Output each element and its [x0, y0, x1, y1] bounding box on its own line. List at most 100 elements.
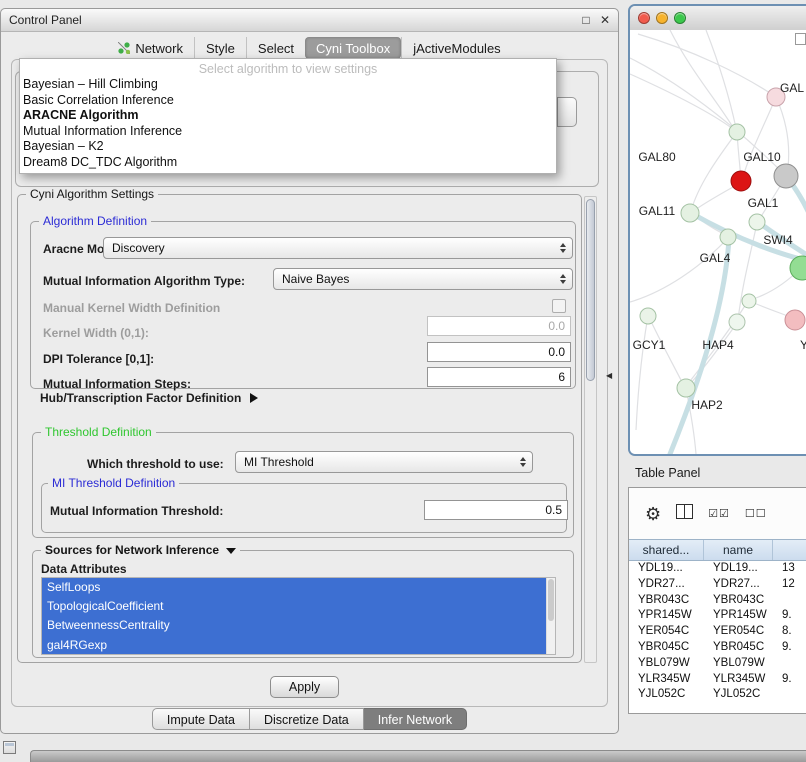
control-panel-window: Control Panel □ ✕ Network Style SelectCyni…	[0, 8, 619, 734]
algorithm-option-basic-correlation-inference[interactable]: Basic Correlation Inference	[20, 93, 556, 109]
algorithm-option-mutual-information-inference[interactable]: Mutual Information Inference	[20, 124, 556, 140]
tab-label: jActiveModules	[413, 41, 500, 56]
bottom-tab-discretize-data[interactable]: Discretize Data	[250, 708, 364, 730]
group-title: MI Threshold Definition	[48, 476, 179, 490]
columns-icon[interactable]	[676, 504, 693, 524]
table-row[interactable]: YBL079WYBL079W	[629, 656, 806, 672]
network-node-gal1[interactable]	[749, 214, 765, 230]
mi-type-select[interactable]: Naive Bayes	[273, 268, 573, 290]
node-label-gal: GAL	[780, 81, 804, 95]
algorithm-option-aracne-algorithm[interactable]: ARACNE Algorithm	[20, 108, 556, 124]
minimize-traffic-light[interactable]	[656, 12, 668, 24]
table-cell: 9.	[773, 640, 806, 656]
table-row[interactable]: YDR27...YDR27...12	[629, 577, 806, 593]
mi-threshold-field[interactable]	[424, 500, 568, 520]
table-row[interactable]: YBR043CYBR043C	[629, 593, 806, 609]
data-attributes-label: Data Attributes	[41, 562, 127, 576]
column-header[interactable]	[773, 540, 806, 560]
aracne-mode-select[interactable]: Discovery	[103, 237, 573, 259]
table-cell: YER054C	[704, 624, 773, 640]
algorithm-dropdown: Select algorithm to view settings Bayesi…	[19, 58, 557, 174]
panel-scrollbar-thumb[interactable]	[586, 199, 595, 381]
network-node-hap2[interactable]	[677, 379, 695, 397]
selected-value: Discovery	[112, 241, 165, 255]
network-node-pink-right[interactable]	[785, 310, 805, 330]
mi-threshold-label: Mutual Information Threshold:	[50, 504, 223, 518]
hub-definition-label: Hub/Transcription Factor Definition	[40, 391, 241, 405]
float-window-button[interactable]: □	[578, 9, 594, 31]
column-header-shared[interactable]: shared...	[629, 540, 704, 560]
attribute-items: SelfLoopsTopologicalCoefficientBetweenne…	[42, 578, 546, 654]
close-traffic-light[interactable]	[638, 12, 650, 24]
table-cell: YJL052C	[704, 687, 773, 703]
splitter-collapse-arrow[interactable]: ◀	[606, 371, 612, 380]
algorithm-option-bayesian-k2[interactable]: Bayesian – K2	[20, 139, 556, 155]
dropdown-items: Bayesian – Hill ClimbingBasic Correlatio…	[20, 77, 556, 171]
zoom-traffic-light[interactable]	[674, 12, 686, 24]
node-label-gal1: GAL1	[748, 196, 779, 210]
kernel-width-field[interactable]	[427, 316, 571, 336]
minimized-panel-icon[interactable]	[3, 741, 16, 754]
combo-arrows-icon	[520, 457, 526, 467]
network-node-gray-hub[interactable]	[774, 164, 798, 188]
table-row[interactable]: YDL19...YDL19...13	[629, 561, 806, 577]
which-threshold-select[interactable]: MI Threshold	[235, 451, 533, 473]
tab-select[interactable]: Select	[246, 37, 305, 59]
apply-button[interactable]: Apply	[270, 676, 339, 698]
panel-scrollbar[interactable]	[584, 196, 597, 663]
deselect-all-icon[interactable]: ☐☐	[745, 507, 767, 520]
tab-jactivemodules[interactable]: jActiveModules	[401, 37, 511, 59]
dpi-tolerance-field[interactable]	[427, 342, 571, 362]
network-canvas[interactable]: GALGAL80GAL10GAL11GAL1SWI4GAL4GCY1HAP4YH…	[630, 30, 806, 454]
manual-kernel-checkbox[interactable]	[552, 299, 566, 313]
tab-style[interactable]: Style	[194, 37, 246, 59]
mi-type-label: Mutual Information Algorithm Type:	[43, 274, 245, 288]
desktop: Control Panel □ ✕ Network Style SelectCyni…	[0, 0, 806, 762]
network-node-gcy1[interactable]	[640, 308, 656, 324]
sources-title[interactable]: Sources for Network Inference	[41, 543, 240, 557]
tab-label: Style	[206, 41, 235, 56]
table-cell: YBR045C	[704, 640, 773, 656]
algorithm-option-dream8-dc-tdc-algorithm[interactable]: Dream8 DC_TDC Algorithm	[20, 155, 556, 171]
table-row[interactable]: YJL052CYJL052C	[629, 687, 806, 703]
tab-label: Network	[135, 41, 183, 56]
select-all-icon[interactable]: ☑☑	[708, 507, 730, 520]
network-node-mid[interactable]	[729, 314, 745, 330]
status-strip	[30, 750, 806, 762]
canvas-corner-widget[interactable]	[795, 33, 806, 45]
bottom-tab-infer-network[interactable]: Infer Network	[364, 708, 467, 730]
column-header-name[interactable]: name	[704, 540, 773, 560]
gear-icon[interactable]: ⚙	[645, 505, 661, 523]
network-node-small[interactable]	[742, 294, 756, 308]
algorithm-option-bayesian-hill-climbing[interactable]: Bayesian – Hill Climbing	[20, 77, 556, 93]
close-window-button[interactable]: ✕	[597, 9, 613, 31]
tab-network[interactable]: Network	[107, 37, 194, 59]
hub-definition-section[interactable]: Hub/Transcription Factor Definition	[40, 391, 258, 405]
node-label-gcy1: GCY1	[633, 338, 666, 352]
node-label-gal4: GAL4	[700, 251, 731, 265]
table-cell: YDR27...	[704, 577, 773, 593]
data-attribute-gal4rgexp[interactable]: gal4RGexp	[42, 636, 546, 654]
dpi-tolerance-label: DPI Tolerance [0,1]:	[43, 352, 154, 366]
network-node-gal10[interactable]	[731, 171, 751, 191]
tab-cyni-toolbox[interactable]: Cyni Toolbox	[305, 37, 401, 59]
list-scrollbar[interactable]	[546, 578, 555, 654]
table-row[interactable]: YPR145WYPR145W9.	[629, 608, 806, 624]
data-attribute-betweennesscentrality[interactable]: BetweennessCentrality	[42, 616, 546, 635]
table-row[interactable]: YBR045CYBR045C9.	[629, 640, 806, 656]
data-attribute-topologicalcoefficient[interactable]: TopologicalCoefficient	[42, 597, 546, 616]
list-scrollbar-thumb[interactable]	[548, 579, 554, 621]
table-row[interactable]: YLR345WYLR345W9.	[629, 672, 806, 688]
selected-value: Naive Bayes	[282, 272, 349, 286]
mi-steps-field[interactable]	[427, 367, 571, 387]
network-node-gal4[interactable]	[720, 229, 736, 245]
bottom-tab-impute-data[interactable]: Impute Data	[152, 708, 250, 730]
data-attribute-selfloops[interactable]: SelfLoops	[42, 578, 546, 597]
table-row[interactable]: YER054CYER054C8.	[629, 624, 806, 640]
network-node-gal11[interactable]	[681, 204, 699, 222]
window-title: Control Panel	[9, 9, 82, 31]
algorithm-combobox-fragment[interactable]	[557, 97, 577, 127]
mi-threshold-definition-group: MI Threshold Definition Mutual Informati…	[41, 483, 567, 533]
node-label-y: Y	[800, 338, 806, 352]
network-node-green-top[interactable]	[729, 124, 745, 140]
